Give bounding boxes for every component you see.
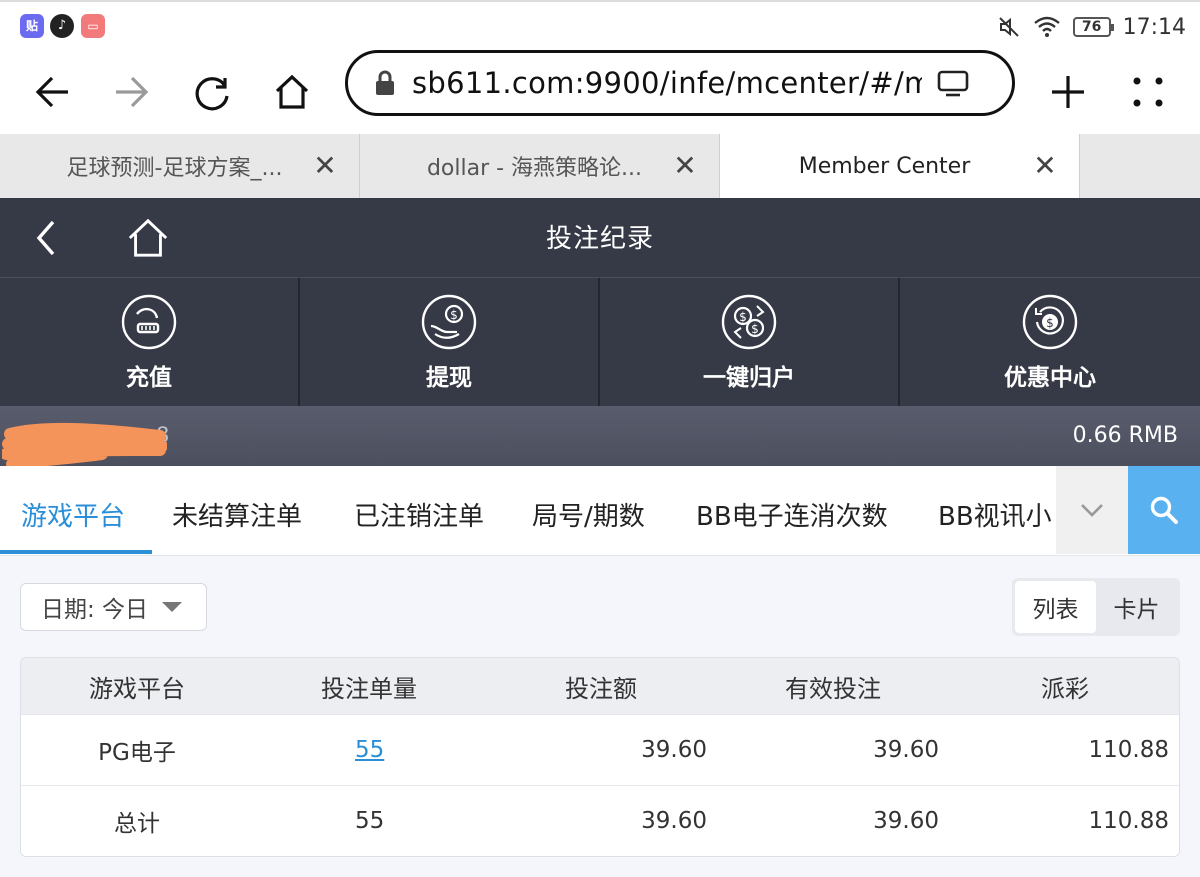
table-total-row: 总计 55 39.60 39.60 110.88	[21, 785, 1179, 856]
back-button[interactable]	[22, 62, 82, 122]
deposit-icon	[121, 294, 177, 350]
tab-football[interactable]: 足球预测-足球方案_... ✕	[0, 134, 360, 198]
bet-summary-table: 游戏平台 投注单量 投注额 有效投注 派彩 PG电子 55 39.60 39.6…	[20, 657, 1180, 857]
home-icon	[275, 74, 309, 109]
grid-menu-icon	[1133, 77, 1163, 107]
tab-strip: 足球预测-足球方案_... ✕ dollar - 海燕策略论... ✕ Memb…	[0, 134, 1200, 198]
chevron-down-icon	[1081, 504, 1103, 517]
total-amount: 39.60	[641, 808, 707, 834]
header-payout: 派彩	[1041, 674, 1089, 703]
home-button[interactable]	[262, 62, 322, 122]
caret-down-icon	[162, 602, 183, 612]
category-bb-live[interactable]: BB视讯小	[938, 496, 1052, 533]
row-valid-bet: 39.60	[873, 737, 939, 763]
category-unsettled[interactable]: 未结算注单	[172, 496, 302, 533]
app-notification-icon: 贴	[20, 14, 44, 38]
redaction-scribble	[2, 422, 167, 470]
category-cancelled[interactable]: 已注销注单	[354, 496, 484, 533]
active-tab-indicator	[0, 550, 152, 554]
list-view-button[interactable]: 列表	[1015, 581, 1096, 633]
reload-icon	[195, 77, 229, 111]
table-row: PG电子 55 39.60 39.60 110.88	[21, 714, 1179, 785]
row-count: 55	[253, 715, 485, 785]
svg-text:$: $	[1046, 316, 1054, 330]
status-indicators: 76 17:14	[997, 12, 1186, 42]
svg-text:$: $	[450, 308, 458, 322]
tab-title: dollar - 海燕策略论...	[426, 156, 643, 181]
close-icon[interactable]: ✕	[1031, 152, 1059, 180]
url-text[interactable]: sb611.com:9900/infe/mcenter/#/mc	[412, 66, 922, 100]
action-label: 充值	[126, 365, 172, 391]
deposit-button[interactable]: 充值	[0, 278, 300, 406]
date-filter-label: 日期: 今日	[41, 597, 149, 623]
account-balance: 0.66 RMB	[1072, 423, 1178, 448]
tab-title: 足球预测-足球方案_...	[66, 156, 283, 181]
new-tab-button[interactable]	[1038, 62, 1098, 122]
bet-count-link[interactable]: 55	[355, 737, 384, 763]
lock-icon	[376, 70, 394, 95]
more-categories-button[interactable]	[1056, 466, 1128, 554]
plus-icon	[1052, 76, 1084, 108]
tab-member-center[interactable]: Member Center ✕	[720, 134, 1080, 198]
shop-notification-icon: ▭	[81, 14, 105, 38]
browser-toolbar: sb611.com:9900/infe/mcenter/#/mc	[0, 50, 1200, 134]
forward-button[interactable]	[102, 62, 162, 122]
transfer-all-button[interactable]: $ $ 一键归户	[600, 278, 900, 406]
promo-center-button[interactable]: $ 优惠中心	[900, 278, 1200, 406]
app-header: 投注纪录	[0, 198, 1200, 278]
row-platform: PG电子	[98, 740, 176, 766]
header-count: 投注单量	[321, 674, 417, 703]
action-label: 提现	[426, 365, 472, 391]
tab-title: Member Center	[798, 153, 971, 179]
quick-actions: 充值 $ 提现 $ $ 一键归户 $ 优惠中心	[0, 278, 1200, 406]
header-amount: 投注额	[565, 674, 637, 703]
header-platform: 游戏平台	[89, 674, 185, 703]
arrow-left-icon	[35, 76, 68, 108]
wifi-icon	[1033, 16, 1060, 37]
total-label: 总计	[114, 811, 160, 837]
withdraw-icon: $	[421, 294, 477, 350]
clock: 17:14	[1122, 14, 1186, 40]
page-title: 投注纪录	[545, 224, 654, 254]
card-view-button[interactable]: 卡片	[1096, 581, 1177, 633]
category-nav: 游戏平台 未结算注单 已注销注单 局号/期数 BB电子连消次数 BB视讯小	[0, 466, 1200, 556]
header-valid-bet: 有效投注	[785, 674, 881, 703]
mute-icon	[998, 17, 1019, 37]
close-icon[interactable]: ✕	[671, 152, 699, 180]
date-filter-dropdown[interactable]: 日期: 今日	[20, 583, 207, 631]
withdraw-button[interactable]: $ 提现	[300, 278, 600, 406]
total-count: 55	[355, 808, 385, 834]
transfer-icon: $$	[721, 294, 777, 350]
svg-text:$: $	[739, 310, 747, 324]
search-icon	[1150, 496, 1178, 524]
arrow-right-icon	[116, 76, 149, 108]
search-button[interactable]	[1128, 466, 1200, 554]
category-round-number[interactable]: 局号/期数	[532, 496, 645, 533]
row-amount: 39.60	[641, 737, 707, 763]
close-icon[interactable]: ✕	[311, 152, 339, 180]
action-label: 优惠中心	[1004, 365, 1096, 391]
tiktok-notification-icon: ♪	[50, 14, 74, 38]
row-payout: 110.88	[1088, 737, 1169, 763]
action-label: 一键归户	[703, 365, 795, 391]
battery-indicator: 76	[1072, 17, 1114, 37]
address-bar[interactable]: sb611.com:9900/infe/mcenter/#/mc	[345, 50, 1015, 116]
tab-dollar[interactable]: dollar - 海燕策略论... ✕	[360, 134, 720, 198]
reload-button[interactable]	[182, 62, 242, 122]
category-game-platform[interactable]: 游戏平台	[21, 496, 125, 533]
promo-icon: $	[1022, 294, 1078, 350]
status-bar: 贴 ♪ ▭ 76 17:14	[0, 0, 1200, 50]
account-bar: 8 0.66 RMB	[0, 406, 1200, 466]
reader-mode-icon[interactable]	[936, 68, 970, 98]
total-payout: 110.88	[1088, 808, 1169, 834]
category-bb-combo[interactable]: BB电子连消次数	[696, 496, 888, 533]
menu-button[interactable]	[1118, 62, 1178, 122]
table-header: 游戏平台 投注单量 投注额 有效投注 派彩	[21, 658, 1179, 714]
svg-text:$: $	[751, 322, 759, 336]
view-toggle: 列表 卡片	[1012, 578, 1180, 636]
total-valid-bet: 39.60	[873, 808, 939, 834]
